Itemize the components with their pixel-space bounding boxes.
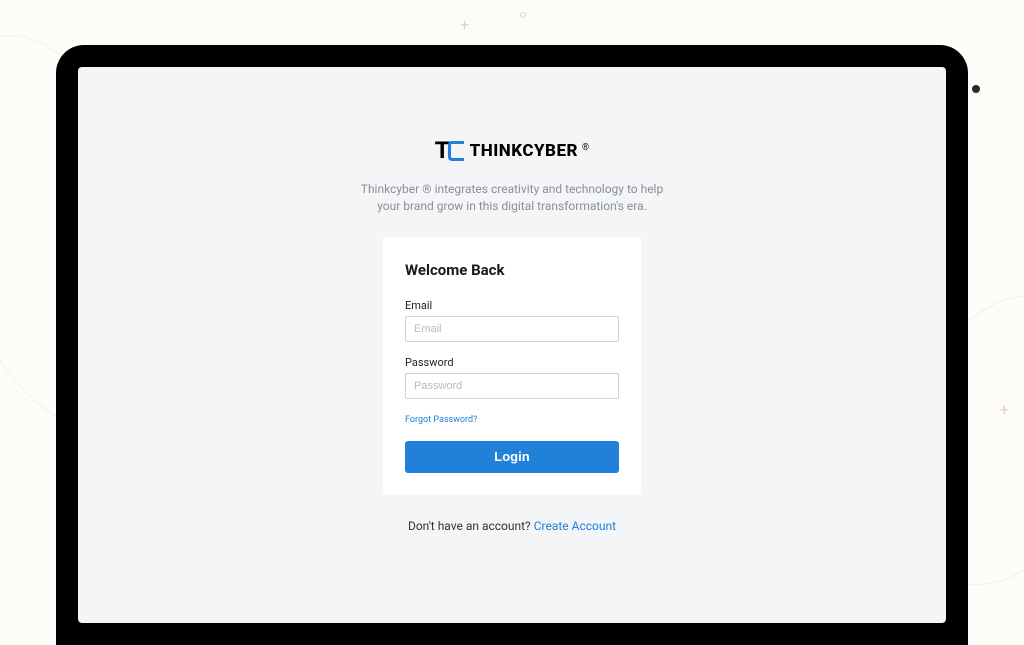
logo-mark-icon: T [435, 137, 464, 165]
laptop-frame: T THINKCYBER ® Thinkcyber ® integrates c… [56, 45, 968, 645]
bg-plus-icon: + [460, 15, 469, 34]
signup-prompt-row: Don't have an account? Create Account [408, 519, 616, 533]
signup-prompt-text: Don't have an account? [408, 519, 534, 533]
brand-logo: T THINKCYBER ® [435, 137, 589, 165]
registered-mark: ® [582, 143, 589, 153]
laptop-notch [972, 85, 980, 93]
bg-circle-icon [520, 12, 526, 18]
login-button[interactable]: Login [405, 441, 619, 473]
login-title: Welcome Back [405, 261, 619, 279]
password-label: Password [405, 356, 619, 369]
create-account-link[interactable]: Create Account [534, 519, 616, 533]
bg-plus-icon: + [1000, 400, 1009, 419]
app-screen: T THINKCYBER ® Thinkcyber ® integrates c… [78, 67, 946, 623]
forgot-password-link[interactable]: Forgot Password? [405, 415, 477, 425]
password-field[interactable] [405, 373, 619, 399]
email-field[interactable] [405, 316, 619, 342]
brand-tagline: Thinkcyber ® integrates creativity and t… [352, 181, 672, 215]
login-card: Welcome Back Email Password Forgot Passw… [383, 237, 641, 495]
brand-name: THINKCYBER [470, 141, 578, 161]
email-label: Email [405, 299, 619, 312]
